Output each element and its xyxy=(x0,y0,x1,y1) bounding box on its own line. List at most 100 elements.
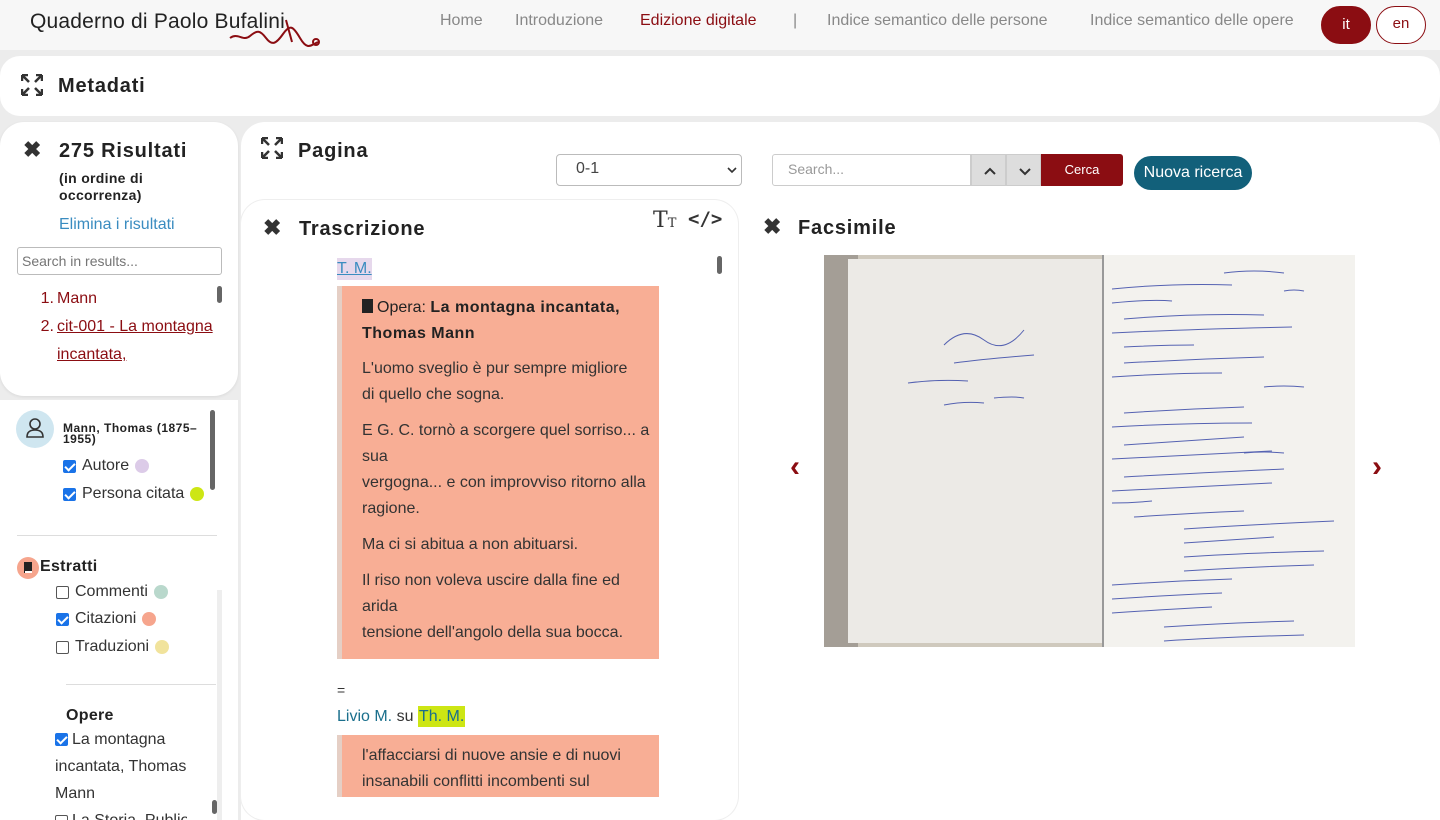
filter-citazioni[interactable]: Citazioni xyxy=(56,610,157,628)
top-navigation: Quaderno di Paolo Bufalini Home Introduz… xyxy=(0,0,1440,50)
list-item-text[interactable]: cit-001 - La montagna incantata, xyxy=(57,313,217,369)
filter-traduzioni[interactable]: Traduzioni xyxy=(56,638,170,656)
livio-line: Livio M. su Th. M. xyxy=(337,706,466,727)
estratti-title: Estratti xyxy=(40,558,98,575)
nav-edizione-digitale[interactable]: Edizione digitale xyxy=(640,12,757,30)
results-panel: ✖ 275 Risultati (in ordine di occorrenza… xyxy=(0,122,238,396)
expand-icon[interactable] xyxy=(21,74,43,96)
divider xyxy=(66,684,216,685)
signature-logo-icon xyxy=(229,19,320,47)
page-select-value: 0-1 xyxy=(576,160,600,177)
quote-line: ragione. xyxy=(362,500,420,517)
facsimile-next-button[interactable]: › xyxy=(1372,450,1382,484)
facsimile-title: Facsimile xyxy=(798,217,897,239)
list-item-text[interactable]: Mann xyxy=(57,285,217,313)
persona-citata-color-dot xyxy=(190,487,205,501)
facsimile-prev-button[interactable]: ‹ xyxy=(790,450,800,484)
person-avatar xyxy=(16,410,54,448)
quote-line: L'uomo sveglio è pur sempre migliore xyxy=(362,360,628,377)
nav-indice-opere[interactable]: Indice semantico delle opere xyxy=(1090,12,1294,30)
nav-indice-persone[interactable]: Indice semantico delle persone xyxy=(827,12,1048,30)
lang-en-button[interactable]: en xyxy=(1376,6,1426,44)
search-next-button[interactable] xyxy=(1006,154,1041,186)
chevron-up-icon xyxy=(984,167,996,175)
results-count: 275 Risultati xyxy=(59,140,188,162)
persona-citata-checkbox[interactable] xyxy=(63,487,76,501)
filter-commenti[interactable]: Commenti xyxy=(56,583,168,601)
quote-line: arida xyxy=(362,598,398,615)
nav-introduzione[interactable]: Introduzione xyxy=(515,12,603,30)
quote-line: Il riso non voleva uscire dalla fine ed xyxy=(362,572,620,589)
quote-line: sua xyxy=(362,448,388,465)
close-transcription-icon[interactable]: ✖ xyxy=(263,217,281,239)
transcription-scrollbar[interactable] xyxy=(717,256,722,274)
divider xyxy=(17,535,217,536)
nav-separator: | xyxy=(793,12,798,29)
metadata-bar: Metadati xyxy=(0,56,1440,116)
transcription-content: T. M. Opera: La montagna incantata, Thom… xyxy=(337,258,659,798)
estratti-badge xyxy=(17,557,39,579)
lang-it-button[interactable]: it xyxy=(1321,6,1371,44)
user-icon xyxy=(26,418,44,438)
close-facsimile-icon[interactable]: ✖ xyxy=(763,216,781,238)
person-scrollbar[interactable] xyxy=(210,410,215,490)
notebook-page-image xyxy=(824,255,1355,647)
autore-checkbox[interactable] xyxy=(63,459,76,473)
chevron-down-icon xyxy=(727,167,737,174)
quote-line: vergogna... e con improvviso ritorno all… xyxy=(362,474,646,491)
results-search-input[interactable] xyxy=(17,247,222,275)
transcription-title: Trascrizione xyxy=(299,218,426,240)
person-name: Mann, Thomas (1875–1955) xyxy=(63,421,198,446)
citazioni-label: Citazioni xyxy=(75,610,137,627)
opera-1-label[interactable]: La montagna incantata, Thomas Mann xyxy=(55,726,195,807)
equals-sign: = xyxy=(337,682,346,698)
filter-persona-citata[interactable]: Persona citata xyxy=(63,485,205,503)
page-title: Pagina xyxy=(298,140,369,162)
close-results-icon[interactable]: ✖ xyxy=(23,139,41,161)
page-search-input[interactable]: Search... xyxy=(772,154,971,186)
code-view-icon[interactable]: </> xyxy=(688,208,722,230)
persona-citata-label: Persona citata xyxy=(82,485,185,502)
book-icon xyxy=(362,299,373,313)
quote-line: Ma ci si abitua a non abituarsi. xyxy=(362,536,579,553)
opere-scroll-track xyxy=(217,590,222,820)
expand-icon[interactable] xyxy=(261,137,283,159)
citazioni-checkbox[interactable] xyxy=(56,612,69,626)
quote-line: l'affacciarsi di nuove ansie e di nuovi xyxy=(362,747,621,764)
quote-block: Opera: La montagna incantata, Thomas Man… xyxy=(337,286,659,659)
livio-link[interactable]: Livio M. xyxy=(337,708,392,725)
new-search-button[interactable]: Nuova ricerca xyxy=(1134,156,1252,190)
citazioni-color-dot xyxy=(142,612,157,626)
list-item-number: 1. xyxy=(40,290,54,307)
traduzioni-checkbox[interactable] xyxy=(56,640,69,654)
facsimile-image[interactable] xyxy=(824,255,1355,647)
clear-results-link[interactable]: Elimina i risultati xyxy=(59,216,175,234)
nav-home[interactable]: Home xyxy=(440,12,483,30)
page-select[interactable]: 0-1 xyxy=(556,154,742,186)
opera-prefix: Opera: xyxy=(377,299,426,316)
chevron-down-icon xyxy=(1019,168,1031,176)
tm-link[interactable]: T. M. xyxy=(337,258,372,280)
quote-line: tensione dell'angolo della sua bocca. xyxy=(362,624,624,641)
quote-block: l'affacciarsi di nuove ansie e di nuovi … xyxy=(337,735,659,797)
list-item-number: 2. xyxy=(40,318,54,335)
filter-autore[interactable]: Autore xyxy=(63,457,150,475)
commenti-checkbox[interactable] xyxy=(56,585,69,599)
autore-color-dot xyxy=(135,459,150,473)
autore-label: Autore xyxy=(82,457,130,474)
th-m-highlight[interactable]: Th. M. xyxy=(417,706,466,727)
quote-line: di quello che sogna. xyxy=(362,386,505,403)
traduzioni-label: Traduzioni xyxy=(75,638,150,655)
commenti-color-dot xyxy=(153,585,168,599)
search-button[interactable]: Cerca xyxy=(1041,154,1123,186)
search-prev-button[interactable] xyxy=(971,154,1006,186)
results-scrollbar[interactable] xyxy=(217,286,222,303)
commenti-label: Commenti xyxy=(75,583,148,600)
book-icon xyxy=(24,562,32,573)
quote-line: insanabili conflitti incombenti sul xyxy=(362,773,590,790)
quote-header: Opera: La montagna incantata, Thomas Man… xyxy=(362,295,652,347)
quote-line: E G. C. tornò a scorgere quel sorriso...… xyxy=(362,422,650,439)
results-subtitle: (in ordine di occorrenza) xyxy=(59,170,144,203)
text-size-icon[interactable]: TT xyxy=(653,208,676,233)
opera-2-label[interactable]: La Storia, Publio xyxy=(55,807,187,820)
